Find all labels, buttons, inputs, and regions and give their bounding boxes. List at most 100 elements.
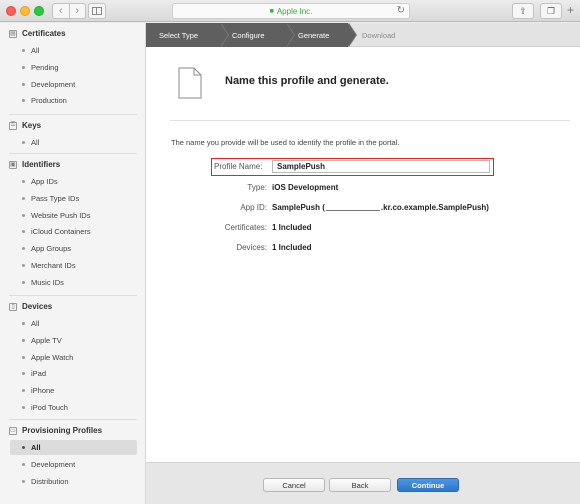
appid-label: App ID: — [240, 202, 267, 212]
step-label: Generate — [298, 30, 330, 40]
sidebar-item-icloud-containers[interactable]: iCloud Containers — [10, 224, 137, 239]
sidebar-item-label: All — [31, 138, 40, 147]
sidebar-item-app-groups[interactable]: App Groups — [10, 241, 137, 256]
sidebar-item-all[interactable]: All — [10, 135, 137, 150]
type-label: Type: — [247, 182, 267, 192]
bullet-icon — [22, 196, 25, 200]
profile-name-label: Profile Name: — [214, 162, 263, 171]
id-icon: ▣ — [9, 160, 17, 169]
sidebar-item-merchant-ids[interactable]: Merchant IDs — [10, 258, 137, 273]
sidebar-item-all[interactable]: All — [10, 440, 137, 455]
bullet-icon — [22, 280, 25, 284]
bullet-icon — [22, 49, 25, 52]
footer-bar: Cancel Back Continue — [146, 462, 580, 504]
type-value: iOS Development — [272, 182, 339, 192]
sidebar-section-0: ▤ Certificates — [9, 29, 66, 38]
sidebar-item-label: All — [31, 46, 40, 55]
minimize-window-button[interactable] — [20, 6, 30, 16]
sidebar-item-apple-tv[interactable]: Apple TV — [10, 333, 137, 348]
sidebar-item-label: Merchant IDs — [31, 261, 76, 270]
section-divider — [9, 114, 137, 115]
sidebar-item-app-ids[interactable]: App IDs — [10, 174, 137, 189]
share-button[interactable]: ⇪ — [512, 3, 534, 19]
new-tab-button[interactable]: + — [567, 3, 574, 17]
main-content: Name this profile and generate. The name… — [146, 47, 580, 462]
sidebar-item-label: Apple Watch — [31, 352, 74, 362]
progress-steps: Select Type Configure Generate Download — [146, 23, 580, 47]
sidebar-item-label: iPod Touch — [31, 403, 68, 412]
sidebar-section-3: ▯ Devices — [9, 302, 52, 311]
back-nav-button[interactable]: ‹ — [53, 4, 69, 18]
sidebar-item-label: App Groups — [31, 244, 72, 254]
continue-button[interactable]: Continue — [397, 478, 459, 492]
sidebar-item-pass-type-ids[interactable]: Pass Type IDs — [10, 191, 137, 206]
document-icon — [178, 67, 202, 99]
sidebar-item-label: Website Push IDs — [31, 210, 91, 220]
sidebar-item-apple-watch[interactable]: Apple Watch — [10, 350, 137, 365]
redacted-team-id — [325, 203, 380, 211]
sidebar-section-title: Keys — [22, 121, 42, 130]
sidebar-item-all[interactable]: All — [10, 316, 137, 331]
sidebar-item-iphone[interactable]: iPhone — [10, 383, 137, 398]
certificate-icon: ▤ — [9, 29, 17, 38]
bullet-icon — [22, 82, 25, 86]
bullet-icon — [22, 247, 25, 251]
zoom-window-button[interactable] — [34, 6, 44, 16]
section-divider — [9, 153, 137, 154]
sidebar-item-website-push-ids[interactable]: Website Push IDs — [10, 208, 137, 223]
sidebar-item-label: iCloud Containers — [31, 227, 91, 237]
profile-name-highlight: Profile Name: — [211, 158, 494, 176]
cancel-button[interactable]: Cancel — [263, 478, 325, 492]
forward-nav-button[interactable]: › — [68, 4, 86, 18]
bullet-icon — [22, 389, 25, 393]
close-window-button[interactable] — [6, 6, 16, 16]
sidebar-item-ipad[interactable]: iPad — [10, 366, 137, 381]
sidebar-item-pending[interactable]: Pending — [10, 60, 137, 75]
sidebar: ▤ Certificates All Pending Development Produc… — [0, 23, 146, 504]
sidebar-section-title: Certificates — [22, 29, 66, 38]
sidebar-item-label: Distribution — [31, 476, 69, 486]
sidebar-item-label: Development — [31, 459, 76, 469]
sidebar-item-all[interactable]: All — [10, 43, 137, 58]
page-title: Name this profile and generate. — [225, 75, 389, 87]
bullet-icon — [22, 65, 25, 69]
certs-label: Certificates: — [224, 222, 267, 232]
bullet-icon — [22, 264, 25, 267]
certs-row: Certificates: — [146, 220, 267, 234]
certs-value: 1 Included — [272, 222, 312, 232]
sidebar-section-2: ▣ Identifiers — [9, 160, 60, 169]
sidebar-item-label: iPhone — [31, 386, 55, 396]
sidebar-item-distribution[interactable]: Distribution — [10, 474, 137, 489]
browser-toolbar: ‹ › ■ Apple Inc. ↻ ⇪ ❐ + — [0, 0, 580, 22]
step-label: Download — [362, 30, 396, 40]
sidebar-toggle-button[interactable] — [88, 3, 106, 19]
description-text: The name you provide will be used to ide… — [171, 138, 400, 147]
back-button[interactable]: Back — [329, 478, 391, 492]
lock-icon: ■ — [269, 7, 274, 15]
sidebar-item-development[interactable]: Development — [10, 457, 137, 472]
step-download: Download — [348, 23, 428, 47]
sidebar-item-ipod-touch[interactable]: iPod Touch — [10, 400, 137, 415]
sidebar-section-1: ⚿ Keys — [9, 121, 41, 130]
sidebar-item-label: All — [31, 443, 41, 452]
key-icon: ⚿ — [9, 121, 17, 130]
sidebar-item-music-ids[interactable]: Music IDs — [10, 275, 137, 290]
profile-icon: ▭ — [9, 426, 17, 435]
tabs-overview-button[interactable]: ❐ — [540, 3, 562, 19]
sidebar-item-label: Production — [31, 96, 67, 106]
sidebar-item-development[interactable]: Development — [10, 77, 137, 92]
type-row: Type: — [146, 180, 267, 194]
share-icon: ⇪ — [519, 5, 527, 16]
appid-suffix: .kr.co.example.SamplePush) — [380, 202, 489, 212]
profile-name-input[interactable] — [272, 160, 490, 173]
bullet-icon — [22, 355, 25, 359]
sidebar-icon — [92, 7, 102, 15]
bullet-icon — [22, 479, 25, 483]
sidebar-item-production[interactable]: Production — [10, 93, 137, 108]
address-bar[interactable]: ■ Apple Inc. ↻ — [172, 3, 410, 19]
bullet-icon — [22, 230, 25, 234]
step-label: Configure — [232, 30, 265, 40]
sidebar-item-label: Apple TV — [31, 335, 62, 345]
sidebar-item-label: App IDs — [31, 177, 58, 186]
reload-icon[interactable]: ↻ — [397, 5, 405, 16]
